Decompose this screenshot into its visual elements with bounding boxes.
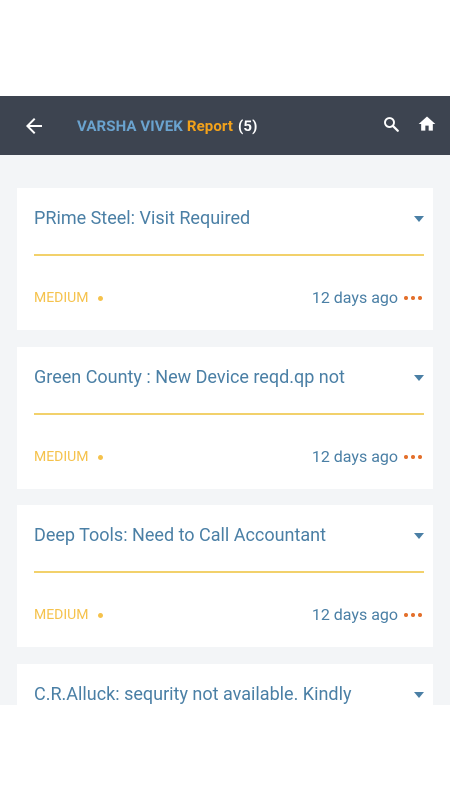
report-list[interactable]: PRime Steel: Visit Required MEDIUM 12 da…	[0, 155, 450, 705]
timestamp: 12 days ago	[311, 288, 398, 307]
report-label: Report	[186, 116, 234, 135]
top-blank-area	[0, 0, 450, 96]
caret-down-icon[interactable]	[414, 533, 424, 539]
report-title: PRime Steel: Visit Required	[34, 208, 251, 229]
timestamp: 12 days ago	[311, 605, 398, 624]
bottom-blank-area	[0, 705, 450, 800]
caret-down-icon[interactable]	[414, 216, 424, 222]
priority-badge: MEDIUM	[34, 607, 89, 623]
card-divider	[34, 254, 424, 256]
report-count: (5)	[238, 116, 258, 135]
priority-badge: MEDIUM	[34, 290, 89, 306]
priority-dot	[98, 296, 103, 301]
report-card[interactable]: Deep Tools: Need to Call Accountant MEDI…	[17, 505, 433, 647]
card-divider	[34, 571, 424, 573]
more-horizontal-icon[interactable]	[404, 455, 422, 459]
more-horizontal-icon[interactable]	[404, 613, 422, 617]
report-title: Green County : New Device reqd.qp not	[34, 367, 345, 388]
report-card[interactable]: PRime Steel: Visit Required MEDIUM 12 da…	[17, 188, 433, 330]
card-divider	[34, 413, 424, 415]
page-title: VARSHA VIVEK Report (5)	[77, 96, 257, 155]
caret-down-icon[interactable]	[414, 375, 424, 381]
timestamp: 12 days ago	[311, 447, 398, 466]
priority-dot	[98, 613, 103, 618]
more-horizontal-icon[interactable]	[404, 296, 422, 300]
report-card[interactable]: Green County : New Device reqd.qp not ME…	[17, 347, 433, 489]
priority-dot	[98, 455, 103, 460]
caret-down-icon[interactable]	[414, 692, 424, 698]
priority-badge: MEDIUM	[34, 449, 89, 465]
report-card[interactable]: C.R.Alluck: sequrity not available. Kind…	[17, 664, 433, 705]
report-title: C.R.Alluck: sequrity not available. Kind…	[34, 684, 352, 705]
report-title: Deep Tools: Need to Call Accountant	[34, 525, 326, 546]
user-name: VARSHA VIVEK	[77, 116, 183, 135]
home-icon[interactable]	[417, 114, 437, 134]
arrow-left-icon[interactable]	[22, 114, 46, 138]
app-bar: VARSHA VIVEK Report (5)	[0, 96, 450, 155]
search-icon[interactable]	[382, 115, 400, 133]
